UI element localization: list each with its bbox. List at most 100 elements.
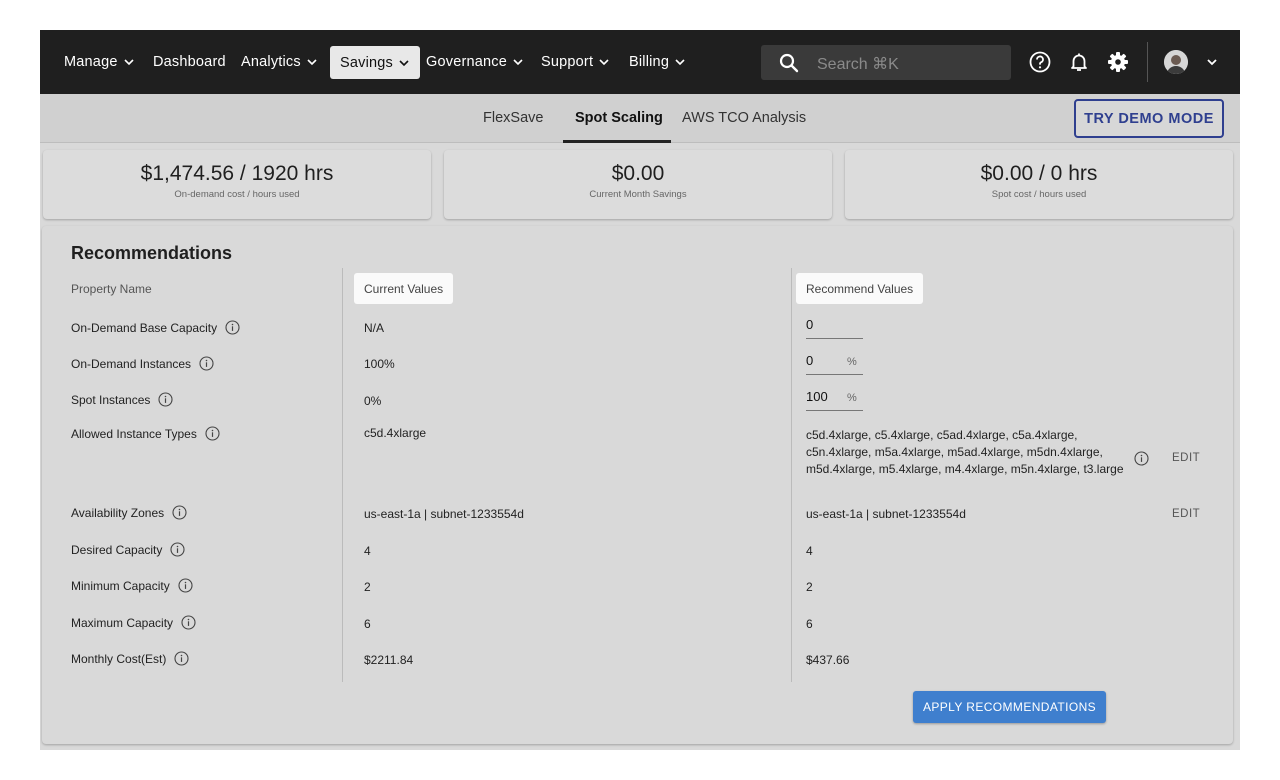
property-label: Allowed Instance Types [71,426,197,441]
recommendations-title: Recommendations [71,243,233,263]
savings-subnav: FlexSave Spot Scaling AWS TCO Analysis T… [40,94,1240,143]
input-value: 100 [806,389,828,404]
spot-cost-caption: Spot cost / hours used [991,189,1087,200]
try-demo-mode-button[interactable]: TRY DEMO MODE [1074,99,1224,138]
property-label: On-Demand Base Capacity [71,320,218,335]
avatar[interactable] [1164,50,1188,74]
nav-support[interactable]: Support [541,30,610,94]
row-label-maximum-capacity: Maximum Capacity [71,615,196,630]
current-value: 2 [364,580,371,594]
recommended-value: 4 [806,544,813,558]
current-value: N/A [364,321,385,335]
current-value: 4 [364,544,371,558]
nav-manage-label: Manage [64,54,118,70]
property-label: Desired Capacity [71,542,163,557]
help-icon[interactable] [1028,50,1052,74]
info-icon[interactable] [1134,451,1149,466]
tab-spot-scaling[interactable]: Spot Scaling [575,110,663,126]
property-label: Maximum Capacity [71,615,174,630]
tab-flexsave[interactable]: FlexSave [483,110,543,126]
allowed-instance-types-value: c5d.4xlarge, c5.4xlarge, c5ad.4xlarge, c… [806,428,1124,476]
nav-governance-label: Governance [426,54,507,70]
spot-scaling-app: Manage Dashboard Analytics Savings Gover… [40,30,1240,750]
property-label: Availability Zones [71,505,165,520]
on-demand-base-capacity-input[interactable]: 0 [806,317,863,339]
column-divider [791,268,792,682]
info-icon[interactable] [181,615,196,630]
recommended-value: $437.66 [806,653,850,667]
search-icon [779,53,799,73]
on-demand-cost-value: $1,474.56 / 1920 hrs [140,162,334,185]
nav-manage[interactable]: Manage [64,30,135,94]
row-label-on-demand-instances: On-Demand Instances [71,356,214,371]
nav-billing[interactable]: Billing [629,30,686,94]
nav-dashboard-label: Dashboard [153,54,226,70]
summary-card-on-demand: $1,474.56 / 1920 hrs On-demand cost / ho… [43,150,431,219]
monthly-savings-caption: Current Month Savings [589,189,687,200]
chevron-down-icon [675,59,685,66]
recommended-value: 6 [806,617,813,631]
column-divider [342,268,343,682]
info-icon[interactable] [205,426,220,441]
input-value: 0 [806,353,814,368]
info-icon[interactable] [174,651,189,666]
nav-savings[interactable]: Savings [330,46,420,79]
current-value: 100% [364,357,395,371]
monthly-savings-value: $0.00 [611,162,665,185]
nav-billing-label: Billing [629,54,670,70]
input-value: 0 [806,317,814,332]
toolbar-divider [1147,42,1148,82]
tab-aws-tco-analysis[interactable]: AWS TCO Analysis [682,110,806,126]
on-demand-instances-input[interactable]: 0 % [806,353,863,375]
nav-analytics-label: Analytics [241,54,301,70]
nav-analytics[interactable]: Analytics [241,30,318,94]
chevron-down-icon[interactable] [1206,56,1218,68]
chevron-down-icon [124,59,134,66]
recommended-value: 2 [806,580,813,594]
info-icon[interactable] [172,505,187,520]
row-label-spot-instances: Spot Instances [71,392,173,407]
row-label-availability-zones: Availability Zones [71,505,187,520]
active-tab-indicator [563,140,671,143]
header-current-values: Current Values [354,273,454,304]
info-icon[interactable] [158,392,173,407]
current-value: us-east-1a | subnet-1233554d [364,507,524,521]
header-property-name: Property Name [71,282,152,296]
property-label: Monthly Cost(Est) [71,651,167,666]
chevron-down-icon [599,59,609,66]
top-navigation-bar: Manage Dashboard Analytics Savings Gover… [40,30,1240,94]
apply-recommendations-button[interactable]: APPLY RECOMMENDATIONS [913,691,1106,723]
edit-instance-types-button[interactable]: EDIT [1172,452,1200,464]
recommended-value: us-east-1a | subnet-1233554d [806,507,966,521]
summary-card-spot: $0.00 / 0 hrs Spot cost / hours used [845,150,1233,219]
search-placeholder: Search ⌘K [817,56,899,73]
current-value: c5d.4xlarge [364,426,427,440]
nav-dashboard[interactable]: Dashboard [153,30,226,94]
user-avatar-icon [1164,50,1188,74]
gear-icon[interactable] [1106,50,1130,74]
info-icon[interactable] [225,320,240,335]
row-label-on-demand-base-capacity: On-Demand Base Capacity [71,320,240,335]
search-box[interactable]: Search ⌘K [761,45,1011,80]
current-value: 6 [364,617,371,631]
header-recommend-values: Recommend Values [796,273,924,304]
info-icon[interactable] [199,356,214,371]
spot-cost-value: $0.00 / 0 hrs [980,162,1098,185]
spot-instances-input[interactable]: 100 % [806,389,863,411]
nav-savings-label: Savings [340,54,393,71]
percent-unit: % [847,392,857,404]
info-icon[interactable] [178,578,193,593]
row-label-monthly-cost: Monthly Cost(Est) [71,651,189,666]
row-label-desired-capacity: Desired Capacity [71,542,185,557]
property-label: On-Demand Instances [71,356,192,371]
nav-support-label: Support [541,54,594,70]
edit-availability-zones-button[interactable]: EDIT [1172,508,1200,520]
summary-card-savings: $0.00 Current Month Savings [444,150,832,219]
bell-icon[interactable] [1067,50,1091,74]
chevron-down-icon [513,59,523,66]
percent-unit: % [847,356,857,368]
nav-governance[interactable]: Governance [426,30,524,94]
on-demand-cost-caption: On-demand cost / hours used [174,189,300,200]
recommendations-panel: Recommendations Property Name Current Va… [42,226,1233,744]
info-icon[interactable] [170,542,185,557]
